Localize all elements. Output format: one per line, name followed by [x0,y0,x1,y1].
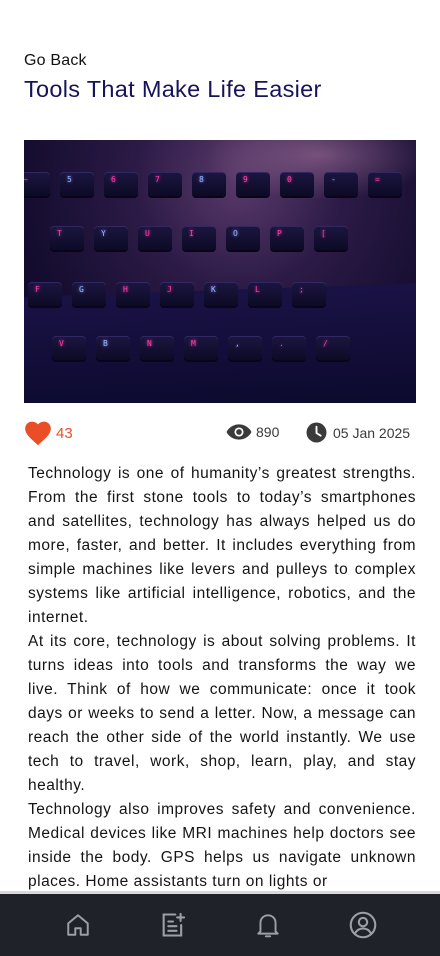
keyboard-key-legend: 8 [199,175,204,184]
keyboard-key-legend: J [167,285,172,294]
keyboard-key: I [182,226,216,250]
keyboard-key-legend: 0 [287,175,292,184]
go-back-link[interactable]: Go Back [24,52,87,70]
keyboard-key: / [316,336,350,360]
article-paragraph: At its core, technology is about solving… [28,633,416,794]
like-count: 43 [56,424,73,442]
keyboard-key-legend: - [331,175,336,184]
keyboard-key: Y [94,226,128,250]
keyboard-key: U [138,226,172,250]
clock-icon [306,422,327,443]
keyboard-key-legend: T [57,229,62,238]
keyboard-key-legend: U [145,229,150,238]
notes-icon [162,912,185,937]
keyboard-key: - [324,172,358,196]
article-stats: 43 890 05 Jan 2025 [24,420,416,448]
keyboard-key-legend: N [147,339,152,348]
keyboard-key-legend: G [79,285,84,294]
keyboard-key: ~ [24,172,50,196]
home-icon [66,914,89,936]
bottom-tab-bar [0,891,440,956]
keyboard-key: B [96,336,130,360]
keyboard-key-legend: K [211,285,216,294]
keyboard-key-legend: ; [299,285,304,294]
keyboard-key: N [140,336,174,360]
keyboard-key: 5 [60,172,94,196]
profile-icon [349,911,376,939]
article-paragraph: Technology is one of humanity’s greatest… [28,465,416,626]
keyboard-key: H [116,282,150,306]
keyboard-key: O [226,226,260,250]
keyboard-key-legend: . [279,339,284,348]
keyboard-key: = [368,172,402,196]
keyboard-key-legend: V [59,339,64,348]
keyboard-key-legend: 9 [243,175,248,184]
keyboard-key: F [28,282,62,306]
keyboard-key-legend: [ [321,229,326,238]
keyboard-key: M [184,336,218,360]
keyboard-key: [ [314,226,348,250]
keyboard-key: 8 [192,172,226,196]
keyboard-key-legend: Y [101,229,106,238]
view-counter: 890 [226,422,279,442]
publish-date-text: 05 Jan 2025 [333,424,411,441]
keyboard-key: ; [292,282,326,306]
article-body: Technology is one of humanity’s greatest… [28,462,416,892]
keyboard-key: 0 [280,172,314,196]
view-count: 890 [256,424,280,440]
keyboard-key-legend: = [375,175,380,184]
keyboard-key-legend: L [255,285,260,294]
keyboard-row: V B N M,. / [52,336,350,360]
keyboard-key: P [270,226,304,250]
keyboard-key: J [160,282,194,306]
keyboard-key-legend: O [233,229,238,238]
keyboard-key: T [50,226,84,250]
keyboard-key: . [272,336,306,360]
keyboard-key-legend: B [103,339,108,348]
keyboard-key: G [72,282,106,306]
keyboard-row: F G H J K L; [28,282,326,306]
page-title: Tools That Make Life Easier [24,76,322,102]
keyboard-row: T Y U I O P [ [50,226,348,250]
keyboard-key-legend: M [191,339,196,348]
keyboard-key: V [52,336,86,360]
keyboard-key-legend: I [189,229,194,238]
eye-icon [226,424,252,440]
keyboard-key: K [204,282,238,306]
keyboard-key: L [248,282,282,306]
tab-notifications[interactable] [248,905,288,945]
keyboard-key-legend: 7 [155,175,160,184]
keyboard-key-legend: ~ [24,175,28,184]
keyboard-key: 9 [236,172,270,196]
keyboard-key: 6 [104,172,138,196]
keyboard-row: ~5 6 7 8 9 0 - = [24,172,402,196]
tab-profile[interactable] [343,905,383,945]
keyboard-key-legend: F [35,285,40,294]
tab-home[interactable] [58,905,98,945]
keyboard-key-legend: H [123,285,128,294]
hero-image: ~5 6 7 8 9 0 - = T Y U I O P [ F G H J K L; V B N M,. / [24,140,416,403]
keyboard-key-legend: / [323,339,328,348]
keyboard-key-legend: 6 [111,175,116,184]
article-paragraph: Technology also improves safety and conv… [28,801,416,890]
publish-date: 05 Jan 2025 [306,422,410,443]
keyboard-key: , [228,336,262,360]
bell-icon [256,914,279,938]
keyboard-key-legend: P [277,229,282,238]
heart-icon [25,421,51,446]
like-button[interactable]: 43 [24,420,73,446]
keyboard-key: 7 [148,172,182,196]
tab-articles[interactable] [153,905,193,945]
keyboard-key-legend: , [235,339,240,348]
keyboard-key-legend: 5 [67,175,72,184]
